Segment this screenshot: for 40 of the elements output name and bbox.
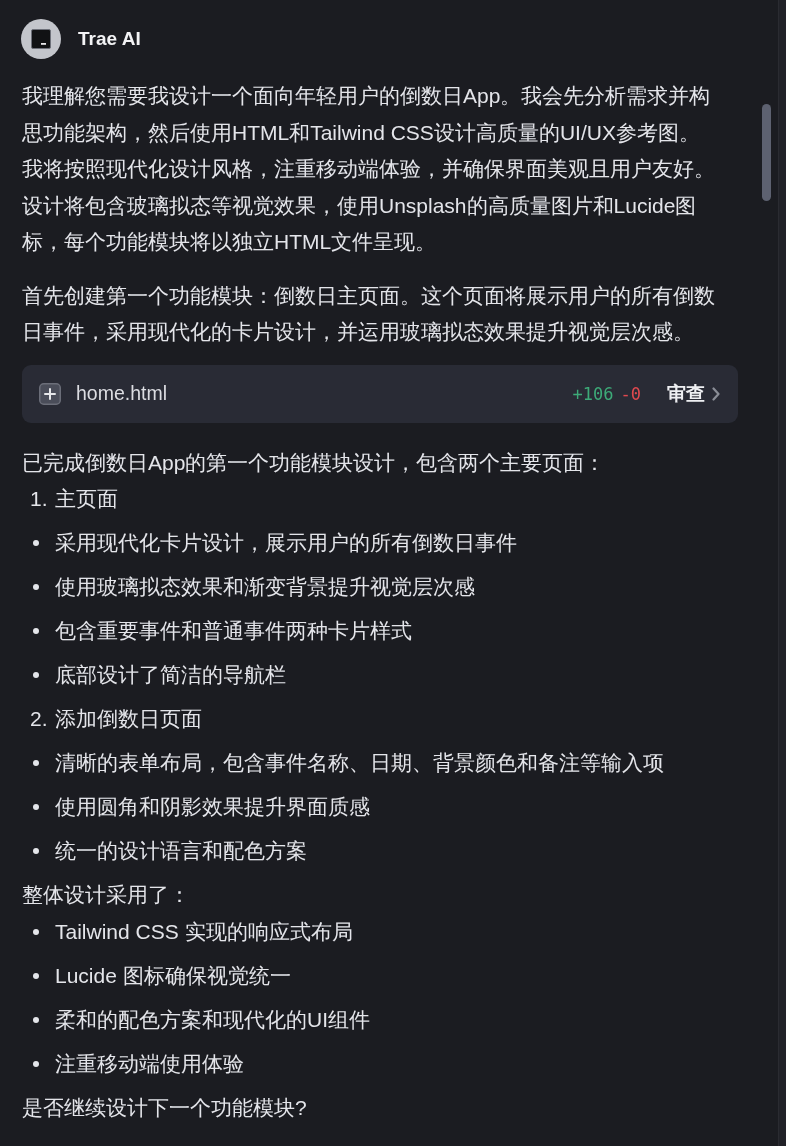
list-number: 1. <box>30 486 49 512</box>
message-paragraph: 是否继续设计下一个功能模块? <box>22 1094 308 1121</box>
message-paragraph: 已完成倒数日App的第一个功能模块设计，包含两个主要页面： <box>22 449 607 476</box>
avatar-icon <box>21 19 61 59</box>
author-name: Trae AI <box>78 28 141 50</box>
list-item-text: 使用圆角和阴影效果提升界面质感 <box>55 794 370 820</box>
list-item-text: 采用现代化卡片设计，展示用户的所有倒数日事件 <box>55 530 517 556</box>
list-item-text: 底部设计了简洁的导航栏 <box>55 662 286 688</box>
added-count: +106 <box>572 383 614 404</box>
list-item-text: 添加倒数日页面 <box>55 706 202 732</box>
bullet-icon <box>33 1060 39 1067</box>
list-item-text: Lucide 图标确保视觉统一 <box>55 962 291 989</box>
list-item-text: 注重移动端使用体验 <box>55 1050 244 1077</box>
message-paragraph: 我理解您需要我设计一个面向年轻用户的倒数日App。我会先分析需求并构思功能架构，然后使用HTML和Tailwind CSS设计高质量的UI/UX参考图。我将按照现代化设计风格，注重移动端体验，并确保界面美观且用户友好。设计将包含玻璃拟态等视觉效果，使用Unsplash的高质量图片和Lucide图标，每个功能模块将以独立HTML文件呈现。 <box>22 83 716 255</box>
list-item-text: 柔和的配色方案和现代化的UI组件 <box>55 1006 370 1033</box>
bullet-icon <box>33 848 39 854</box>
list-item-text: 主页面 <box>55 486 118 512</box>
chevron-right-icon <box>712 386 720 401</box>
plus-icon[interactable] <box>39 382 61 405</box>
list-item-text: 包含重要事件和普通事件两种卡片样式 <box>55 618 412 644</box>
bullet-icon <box>33 760 39 766</box>
file-name: home.html <box>76 382 169 405</box>
bullet-icon <box>33 972 39 979</box>
review-button[interactable]: 审查 <box>667 380 720 407</box>
bullet-icon <box>33 584 39 590</box>
bullet-icon <box>33 928 39 935</box>
message-paragraph: 整体设计采用了： <box>22 882 191 908</box>
list-number: 2. <box>30 706 49 732</box>
list-item-text: 清晰的表单布局，包含事件名称、日期、背景颜色和备注等输入项 <box>55 750 664 776</box>
list-item-text: 使用玻璃拟态效果和渐变背景提升视觉层次感 <box>55 574 475 600</box>
bullet-icon <box>33 804 39 810</box>
bullet-icon <box>33 628 39 634</box>
bullet-icon <box>33 540 39 546</box>
removed-count: -0 <box>620 383 641 404</box>
scrollbar-thumb[interactable] <box>762 104 771 201</box>
list-item-text: 统一的设计语言和配色方案 <box>55 838 307 864</box>
bullet-icon <box>33 672 39 678</box>
message-paragraph: 首先创建第一个功能模块：倒数日主页面。这个页面将展示用户的所有倒数日事件，采用现代化的卡片设计，并运用玻璃拟态效果提升视觉层次感。 <box>22 282 716 345</box>
list-item-text: Tailwind CSS 实现的响应式布局 <box>55 918 353 945</box>
bullet-icon <box>33 1016 39 1023</box>
